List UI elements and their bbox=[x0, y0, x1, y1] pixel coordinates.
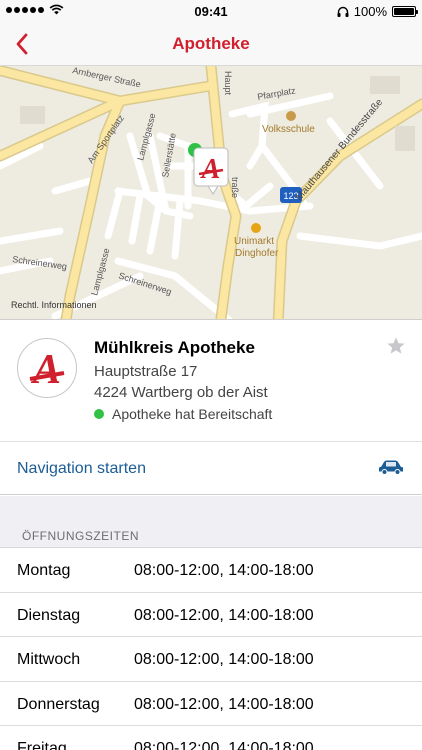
map-label-mauthausener: Mauthausener Bundesstraße bbox=[294, 97, 386, 203]
map-label-volksschule: Volksschule bbox=[262, 124, 315, 135]
hours-row-tuesday: Dienstag 08:00-12:00, 14:00-18:00 bbox=[0, 593, 422, 637]
hours-time: 08:00-12:00, 14:00-18:00 bbox=[134, 695, 314, 713]
pharmacy-card: A Mühlkreis Apotheke Hauptstraße 17 4224… bbox=[0, 320, 422, 441]
hours-row-monday: Montag 08:00-12:00, 14:00-18:00 bbox=[0, 548, 422, 593]
shop-poi-icon bbox=[251, 223, 261, 233]
hours-day: Mittwoch bbox=[17, 651, 81, 668]
opening-hours-list: Montag 08:00-12:00, 14:00-18:00 Dienstag… bbox=[0, 548, 422, 750]
car-icon bbox=[379, 460, 403, 475]
battery-percent: 100% bbox=[353, 4, 387, 19]
map-label-unimarkt: Unimarkt bbox=[234, 236, 274, 247]
map-legal-link[interactable]: Rechtl. Informationen bbox=[11, 300, 97, 310]
pharmacy-status: Apotheke hat Bereitschaft bbox=[94, 406, 272, 422]
map-label-haupt: Haupt bbox=[223, 71, 233, 96]
hours-day: Montag bbox=[17, 562, 71, 579]
page-title: Apotheke bbox=[172, 34, 250, 53]
status-bar: 09:41 100% bbox=[0, 0, 422, 22]
pharmacy-logo: A bbox=[17, 338, 77, 398]
hours-time: 08:00-12:00, 14:00-18:00 bbox=[134, 562, 314, 579]
map-canvas: 123 Arnberger Straße Am Sportplatz Lampl… bbox=[0, 66, 422, 319]
status-right: 100% bbox=[337, 4, 418, 19]
map-label-strasse: traße bbox=[230, 177, 240, 198]
pharmacy-street: Hauptstraße 17 bbox=[94, 363, 198, 380]
opening-hours-header: ÖFFNUNGSZEITEN bbox=[0, 496, 422, 548]
hours-time: 08:00-12:00, 14:00-18:00 bbox=[134, 651, 314, 668]
start-navigation-button[interactable]: Navigation starten bbox=[0, 441, 422, 495]
hours-row-friday: Freitag 08:00-12:00, 14:00-18:00 bbox=[0, 726, 422, 750]
hours-time: 08:00-12:00, 14:00-18:00 bbox=[134, 740, 314, 750]
pharmacy-name: Mühlkreis Apotheke bbox=[94, 338, 255, 357]
opening-hours-title: ÖFFNUNGSZEITEN bbox=[22, 529, 139, 543]
svg-text:A: A bbox=[200, 154, 221, 185]
start-navigation-label: Navigation starten bbox=[17, 460, 146, 477]
pharmacy-city: 4224 Wartberg ob der Aist bbox=[94, 384, 268, 401]
hours-row-thursday: Donnerstag 08:00-12:00, 14:00-18:00 bbox=[0, 682, 422, 726]
svg-text:A: A bbox=[30, 347, 61, 391]
map-label-dinghofer: Dinghofer bbox=[235, 248, 279, 259]
navigation-bar: Apotheke bbox=[0, 22, 422, 66]
hours-row-wednesday: Mittwoch 08:00-12:00, 14:00-18:00 bbox=[0, 637, 422, 682]
hours-time: 08:00-12:00, 14:00-18:00 bbox=[134, 606, 314, 624]
headphones-icon bbox=[337, 6, 349, 17]
hours-day: Freitag bbox=[17, 740, 67, 750]
map-label-pfarr: Pfarrplatz bbox=[257, 85, 297, 102]
battery-icon bbox=[392, 6, 418, 17]
status-dot-icon bbox=[94, 409, 104, 419]
school-poi-icon bbox=[286, 111, 296, 121]
pharmacy-status-text: Apotheke hat Bereitschaft bbox=[112, 406, 273, 422]
map-view[interactable]: 123 Arnberger Straße Am Sportplatz Lampl… bbox=[0, 66, 422, 320]
hours-day: Dienstag bbox=[17, 606, 81, 624]
hours-day: Donnerstag bbox=[17, 695, 100, 713]
favorite-star-icon[interactable] bbox=[386, 336, 406, 356]
apotheke-logo-icon: A bbox=[29, 347, 65, 391]
